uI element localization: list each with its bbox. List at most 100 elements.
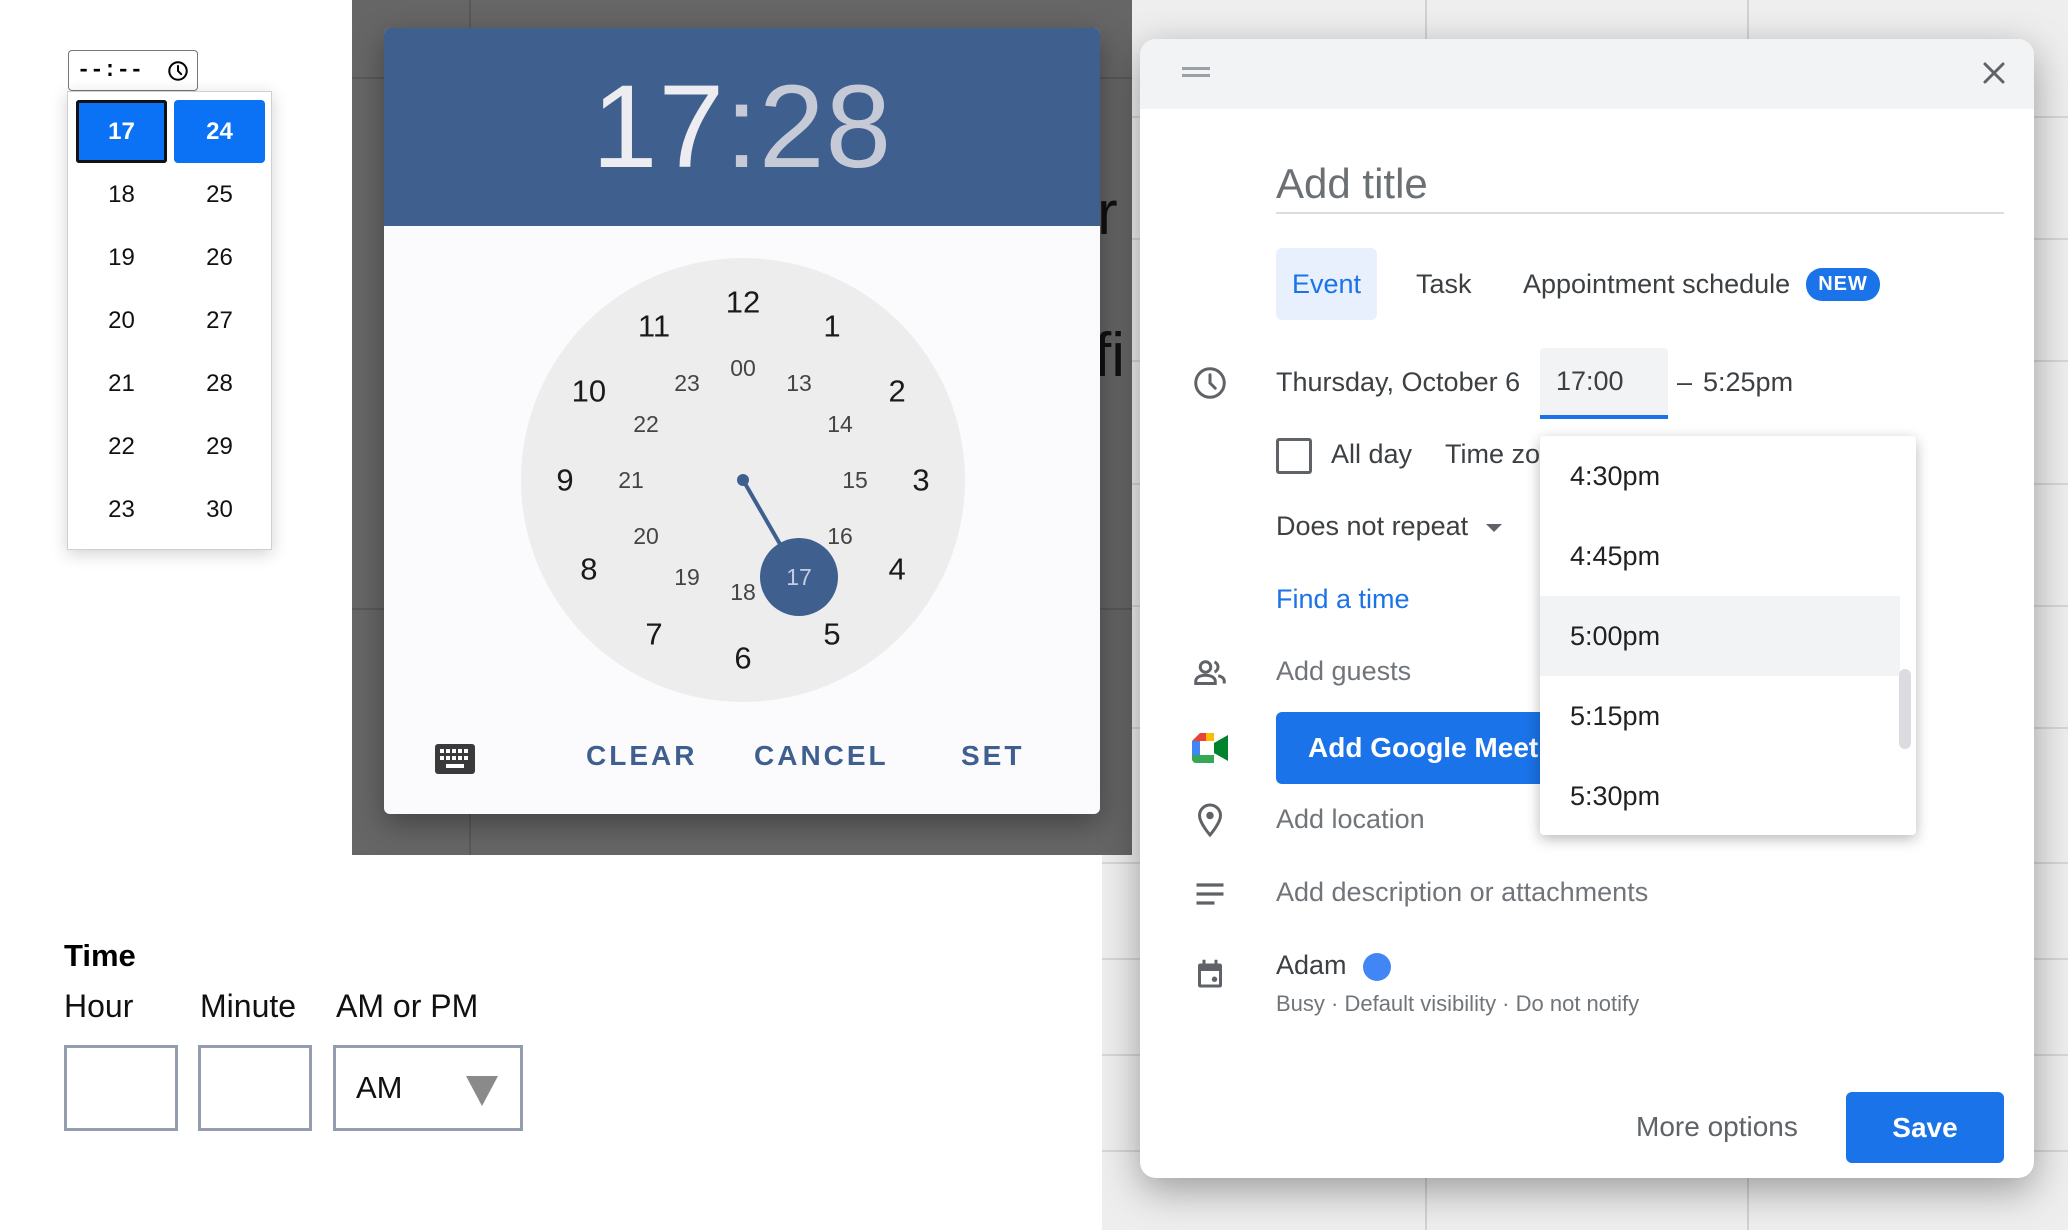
keyboard-icon[interactable]	[435, 744, 475, 774]
calendar-owner-name: Adam	[1276, 950, 1347, 980]
minute-option[interactable]: 25	[174, 163, 265, 226]
all-day-label: All day	[1331, 439, 1413, 469]
clock-hour-outer[interactable]: 4	[889, 552, 906, 587]
add-google-meet-button[interactable]: Add Google Meet video conferencing	[1276, 712, 1566, 784]
clock-hour-outer[interactable]: 5	[823, 617, 840, 652]
set-button[interactable]: SET	[961, 740, 1024, 772]
cancel-button[interactable]: CANCEL	[754, 740, 889, 772]
minute-option[interactable]: 29	[174, 415, 265, 478]
clock-hour-outer[interactable]: 1	[823, 308, 840, 343]
native-time-input[interactable]: --:--	[68, 50, 198, 91]
dropdown-scrollbar[interactable]	[1899, 669, 1911, 749]
minute-option[interactable]: 27	[174, 289, 265, 352]
time-input-value: --:--	[77, 58, 144, 83]
new-badge: NEW	[1806, 267, 1880, 301]
minute-option[interactable]: 28	[174, 352, 265, 415]
clock-hour-inner[interactable]: 22	[633, 411, 659, 437]
event-date[interactable]: Thursday, October 6	[1276, 367, 1520, 398]
clock-hour-inner[interactable]: 16	[827, 523, 853, 549]
guests-icon	[1194, 660, 1226, 685]
hour-option[interactable]: 19	[76, 226, 167, 289]
find-a-time-link[interactable]: Find a time	[1276, 584, 1410, 615]
calendar-color-dot	[1362, 952, 1391, 981]
minute-picker-column: 24 25 26 27 28 29 30	[174, 100, 265, 541]
clock-hour-inner[interactable]: 23	[674, 370, 700, 396]
clock-hour-inner[interactable]: 14	[827, 411, 853, 437]
google-meet-icon	[1192, 733, 1228, 763]
clock-hour-outer[interactable]: 11	[638, 308, 670, 343]
hour-input[interactable]	[64, 1045, 178, 1131]
time-option[interactable]: 5:30pm	[1540, 756, 1900, 835]
caret-down-icon	[1486, 523, 1503, 532]
hour-option[interactable]: 17	[76, 100, 167, 163]
add-description-field[interactable]: Add description or attachments	[1276, 877, 1648, 908]
hour-option[interactable]: 23	[76, 478, 167, 541]
close-icon[interactable]	[1976, 55, 2012, 91]
start-time-field[interactable]: 17:00	[1540, 348, 1668, 419]
hour-option[interactable]: 20	[76, 289, 167, 352]
save-button[interactable]: Save	[1846, 1092, 2004, 1163]
clock-hour-outer[interactable]: 6	[734, 641, 751, 676]
repeat-dropdown[interactable]: Does not repeat	[1276, 511, 1503, 542]
clock-hour-inner[interactable]: 00	[730, 355, 756, 381]
minute-input[interactable]	[198, 1045, 312, 1131]
event-title-input[interactable]	[1276, 156, 2004, 214]
minute-option[interactable]: 24	[174, 100, 265, 163]
hour-picker-dropdown: 17 18 19 20 21 22 23 24 25 26 27 28 29 3…	[67, 91, 272, 550]
hour-picker-column: 17 18 19 20 21 22 23	[76, 100, 167, 541]
clock-hour-inner[interactable]: 15	[842, 467, 868, 493]
clock-hour-outer[interactable]: 8	[580, 552, 597, 587]
location-pin-icon	[1197, 803, 1223, 838]
description-icon	[1196, 883, 1224, 905]
hour-option[interactable]: 22	[76, 415, 167, 478]
drag-handle-icon[interactable]	[1182, 67, 1210, 77]
tab-event[interactable]: Event	[1276, 248, 1378, 320]
clock-hour-inner[interactable]: 19	[674, 564, 700, 590]
hour-label: Hour	[64, 988, 134, 1024]
time-option[interactable]: 5:00pm	[1540, 596, 1900, 676]
clock-time-picker-dialog: 17:28 12 1 2 3 4 5 6 7 8 9 10 11 00 13 14 15 16 17 18 19 20 2…	[384, 28, 1100, 814]
clock-hour-inner[interactable]: 20	[633, 523, 659, 549]
time-option[interactable]: 5:15pm	[1540, 676, 1900, 756]
calendar-owner[interactable]: Adam	[1276, 950, 1391, 981]
clock-hour-inner[interactable]: 21	[618, 467, 644, 493]
repeat-dropdown-label: Does not repeat	[1276, 511, 1469, 541]
clock-actions: CLEAR CANCEL SET	[384, 740, 1100, 780]
clock-hour-outer[interactable]: 12	[726, 285, 760, 320]
clock-hour-outer[interactable]: 9	[556, 463, 573, 498]
tab-task[interactable]: Task	[1416, 248, 1472, 320]
minute-option[interactable]: 30	[174, 478, 265, 541]
clock-hour-outer[interactable]: 2	[889, 374, 906, 409]
start-time-dropdown: 4:30pm 4:45pm 5:00pm 5:15pm 5:30pm	[1540, 436, 1916, 835]
hour-option[interactable]: 21	[76, 352, 167, 415]
minute-option[interactable]: 26	[174, 226, 265, 289]
clock-center-dot	[737, 474, 749, 486]
clock-hour-inner[interactable]: 13	[786, 370, 812, 396]
clock-icon[interactable]	[167, 60, 189, 82]
hour-option[interactable]: 18	[76, 163, 167, 226]
calendar-icon	[1198, 959, 1222, 988]
ampm-select[interactable]: AM	[333, 1045, 523, 1131]
ampm-select-value: AM	[356, 1070, 403, 1105]
clock-hour-outer[interactable]: 7	[645, 617, 662, 652]
clock-icon	[1194, 367, 1226, 399]
time-option[interactable]: 4:45pm	[1540, 516, 1900, 596]
end-time-field[interactable]: 5:25pm	[1703, 367, 1793, 398]
dialog-header[interactable]	[1140, 39, 2034, 109]
more-options-button[interactable]: More options	[1636, 1111, 1798, 1143]
clock-hour-inner[interactable]: 18	[730, 579, 756, 605]
add-location-field[interactable]: Add location	[1276, 804, 1425, 835]
tab-appointment-schedule-label: Appointment schedule	[1523, 268, 1791, 299]
time-range-dash: –	[1677, 367, 1693, 397]
clock-hour-outer[interactable]: 3	[912, 463, 929, 498]
time-zone-button[interactable]: Time zone	[1445, 439, 1540, 470]
clock-face[interactable]: 121234567891011001314151617181920212223	[384, 28, 1100, 814]
all-day-checkbox[interactable]	[1276, 438, 1312, 474]
clock-hour-outer[interactable]: 10	[572, 374, 606, 409]
clock-hour-selected[interactable]: 17	[786, 564, 812, 590]
add-guests-field[interactable]: Add guests	[1276, 656, 1411, 687]
time-option[interactable]: 4:30pm	[1540, 436, 1900, 516]
tab-appointment-schedule[interactable]: Appointment schedule NEW	[1523, 248, 1880, 320]
dropdown-arrow-icon	[466, 1076, 498, 1106]
clear-button[interactable]: CLEAR	[586, 740, 697, 772]
